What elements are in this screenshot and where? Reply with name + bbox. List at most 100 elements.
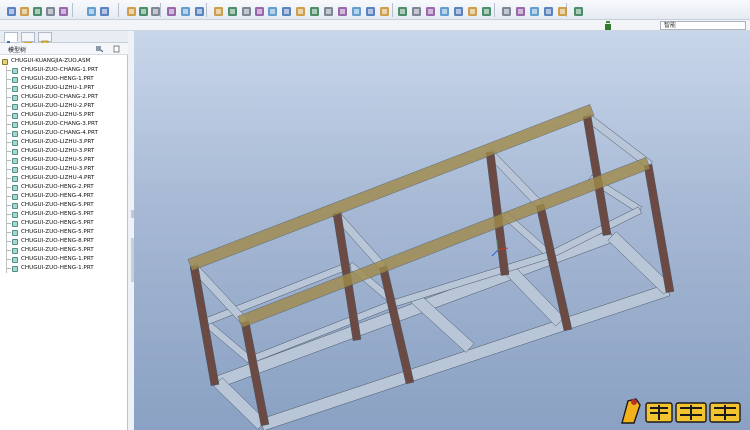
orient-icon[interactable] — [212, 3, 225, 16]
part-icon — [12, 194, 18, 200]
tree-item[interactable]: CHUGUI-ZUO-HENG-1.PRT — [0, 264, 128, 273]
zoom-out-icon[interactable] — [253, 3, 266, 16]
tree-item[interactable]: CHUGUI-ZUO-CHANG-4.PRT — [0, 129, 128, 138]
tree-settings-icon[interactable] — [95, 45, 103, 53]
status-row — [0, 20, 750, 31]
tree-root-item[interactable]: CHUGUI-KUANGJIA-ZUO.ASM — [0, 57, 128, 66]
open-icon[interactable] — [18, 3, 31, 16]
tree-item[interactable]: CHUGUI-ZUO-CHANG-2.PRT — [0, 93, 128, 102]
top-long-beam-back — [187, 104, 595, 271]
part-icon — [12, 257, 18, 263]
tree-item[interactable]: CHUGUI-ZUO-CHANG-3.PRT — [0, 120, 128, 129]
redo-icon[interactable] — [438, 3, 451, 16]
undo-icon[interactable] — [57, 3, 70, 16]
part-icon — [12, 68, 18, 74]
zoom-in-icon[interactable] — [240, 3, 253, 16]
help-icon[interactable] — [350, 3, 363, 16]
part-icon — [12, 140, 18, 146]
regenerate-icon[interactable] — [149, 3, 162, 16]
graphics-viewport[interactable] — [134, 31, 750, 430]
save-icon[interactable] — [31, 3, 44, 16]
tree-item[interactable]: CHUGUI-ZUO-CHANG-1.PRT — [0, 66, 128, 75]
tree-item[interactable]: CHUGUI-ZUO-LIZHU-3.PRT — [0, 165, 128, 174]
paste-icon[interactable] — [480, 3, 493, 16]
copy-icon[interactable] — [466, 3, 479, 16]
tree-item[interactable]: CHUGUI-ZUO-LIZHU-1.PRT — [0, 84, 128, 93]
repaint-icon[interactable] — [193, 3, 206, 16]
refit-icon[interactable] — [266, 3, 279, 16]
tree-item-label: CHUGUI-ZUO-LIZHU-3.PRT — [21, 148, 95, 154]
select-icon[interactable] — [528, 3, 541, 16]
tab-model-tree[interactable] — [4, 32, 18, 47]
tree-item[interactable]: CHUGUI-ZUO-LIZHU-3.PRT — [0, 138, 128, 147]
print-icon[interactable] — [410, 3, 423, 16]
tree-item[interactable]: CHUGUI-ZUO-HENG-1.PRT — [0, 255, 128, 264]
smart-filter-input[interactable]: 智能 — [660, 21, 746, 30]
find-icon[interactable] — [165, 3, 178, 16]
new-icon[interactable] — [364, 3, 377, 16]
toolbar-separator — [118, 3, 119, 17]
tree-header: 模型树 — [0, 43, 128, 55]
part-icon — [12, 167, 18, 173]
regenerate-icon[interactable] — [500, 3, 513, 16]
tree-item[interactable]: CHUGUI-ZUO-LIZHU-5.PRT — [0, 111, 128, 120]
part-icon — [12, 113, 18, 119]
tree-item[interactable]: CHUGUI-ZUO-HENG-4.PRT — [0, 192, 128, 201]
orient-icon[interactable] — [556, 3, 569, 16]
find-icon[interactable] — [514, 3, 527, 16]
tree-item-label: CHUGUI-ZUO-LIZHU-1.PRT — [21, 85, 95, 91]
tree-item-label: CHUGUI-ZUO-LIZHU-5.PRT — [21, 112, 95, 118]
select-icon[interactable] — [179, 3, 192, 16]
datum-points-icon[interactable] — [322, 3, 335, 16]
tree-item-label: CHUGUI-ZUO-CHANG-2.PRT — [21, 94, 98, 100]
part-icon — [12, 149, 18, 155]
cut-icon[interactable] — [452, 3, 465, 16]
tree-item-label: CHUGUI-ZUO-CHANG-4.PRT — [21, 130, 98, 136]
tree-item[interactable]: CHUGUI-ZUO-LIZHU-3.PRT — [0, 147, 128, 156]
part-icon — [12, 104, 18, 110]
part-icon — [12, 203, 18, 209]
tree-item[interactable]: CHUGUI-ZUO-HENG-5.PRT — [0, 219, 128, 228]
tree-item-label: CHUGUI-ZUO-LIZHU-5.PRT — [21, 157, 95, 163]
tree-item-label: CHUGUI-ZUO-HENG-5.PRT — [21, 247, 94, 253]
redo-icon[interactable] — [85, 3, 98, 16]
print-icon[interactable] — [44, 3, 57, 16]
tree-item[interactable]: CHUGUI-ZUO-LIZHU-2.PRT — [0, 102, 128, 111]
tab-folder-browser[interactable] — [21, 32, 35, 47]
tree-item-label: CHUGUI-ZUO-LIZHU-2.PRT — [21, 103, 95, 109]
tree-item[interactable]: CHUGUI-ZUO-HENG-8.PRT — [0, 237, 128, 246]
csys-icon[interactable] — [336, 3, 349, 16]
cut-icon[interactable] — [98, 3, 111, 16]
open-icon[interactable] — [378, 3, 391, 16]
part-icon — [12, 221, 18, 227]
repaint-icon[interactable] — [542, 3, 555, 16]
tree-item[interactable]: CHUGUI-ZUO-HENG-5.PRT — [0, 228, 128, 237]
frame-model — [187, 104, 675, 430]
datum-axes-icon[interactable] — [308, 3, 321, 16]
tree-item[interactable]: CHUGUI-ZUO-HENG-5.PRT — [0, 246, 128, 255]
tree-item-label: CHUGUI-ZUO-HENG-5.PRT — [21, 211, 94, 217]
spin-icon[interactable] — [226, 3, 239, 16]
tree-show-icon[interactable] — [113, 45, 121, 53]
spin-icon[interactable] — [572, 3, 585, 16]
datum-planes-icon[interactable] — [294, 3, 307, 16]
tree-item-label: CHUGUI-ZUO-HENG-1.PRT — [21, 265, 94, 271]
tree-item[interactable]: CHUGUI-ZUO-HENG-2.PRT — [0, 183, 128, 192]
tree-title: 模型树 — [8, 47, 27, 54]
tab-favorites[interactable] — [38, 32, 52, 48]
tree-item[interactable]: CHUGUI-ZUO-HENG-1.PRT — [0, 75, 128, 84]
part-icon — [12, 239, 18, 245]
tree-item[interactable]: CHUGUI-ZUO-LIZHU-4.PRT — [0, 174, 128, 183]
tree-item[interactable]: CHUGUI-ZUO-LIZHU-5.PRT — [0, 156, 128, 165]
save-icon[interactable] — [396, 3, 409, 16]
part-icon — [12, 86, 18, 92]
panel-tabs — [0, 31, 128, 48]
view-manager-icon[interactable] — [280, 3, 293, 16]
base-beam — [259, 283, 671, 430]
toolbar-separator — [494, 3, 495, 17]
tree-item[interactable]: CHUGUI-ZUO-HENG-5.PRT — [0, 201, 128, 210]
new-icon[interactable] — [5, 3, 18, 16]
tree-item[interactable]: CHUGUI-ZUO-HENG-5.PRT — [0, 210, 128, 219]
undo-icon[interactable] — [424, 3, 437, 16]
tree-item-label: CHUGUI-ZUO-HENG-1.PRT — [21, 76, 94, 82]
